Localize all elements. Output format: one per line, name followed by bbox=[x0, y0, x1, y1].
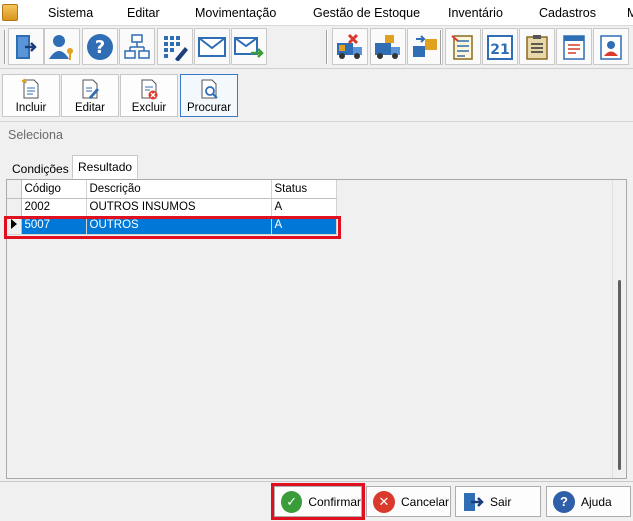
ajuda-button[interactable]: ? Ajuda bbox=[546, 486, 631, 517]
cancelar-label: Cancelar bbox=[401, 494, 450, 509]
menu-cadastros[interactable]: Cadastros bbox=[539, 6, 596, 20]
excluir-label: Excluir bbox=[131, 102, 167, 114]
svg-text:?: ? bbox=[95, 37, 105, 58]
row-indicator bbox=[7, 216, 22, 235]
editar-button[interactable]: Editar bbox=[61, 74, 119, 117]
cell-descricao[interactable]: OUTROS bbox=[86, 216, 272, 235]
cell-descricao[interactable]: OUTROS INSUMOS bbox=[86, 198, 272, 217]
row-indicator bbox=[7, 198, 22, 217]
truck-box-icon bbox=[375, 34, 400, 59]
menu-movimentacao[interactable]: Movimentação bbox=[195, 6, 276, 20]
boxes-transfer-icon bbox=[413, 34, 437, 57]
tab-condicoes[interactable]: Condições bbox=[6, 157, 75, 179]
mail-send-icon bbox=[234, 36, 264, 58]
edit-document-icon bbox=[82, 79, 99, 99]
cancelar-button[interactable]: ✕ Cancelar bbox=[366, 486, 451, 517]
calculator-pen-icon bbox=[164, 35, 188, 61]
column-header-codigo[interactable]: Código bbox=[21, 180, 87, 199]
confirmar-label: Confirmar bbox=[308, 494, 361, 509]
exit-button[interactable] bbox=[8, 28, 44, 65]
menu-gestao-estoque[interactable]: Gestão de Estoque bbox=[313, 6, 420, 20]
toolbar-separator bbox=[4, 30, 6, 64]
cell-codigo[interactable]: 2002 bbox=[21, 198, 87, 217]
user-card-button[interactable] bbox=[593, 28, 629, 65]
procurar-button[interactable]: Procurar bbox=[180, 74, 238, 117]
calendar-button[interactable]: 21 bbox=[482, 28, 518, 65]
search-document-icon bbox=[201, 79, 218, 99]
current-row-arrow-icon bbox=[11, 218, 17, 229]
grid-viewport: Código Descrição Status 2002 OUTROS INSU… bbox=[7, 180, 613, 478]
cell-codigo[interactable]: 5007 bbox=[21, 216, 87, 235]
sair-label: Sair bbox=[490, 494, 512, 509]
confirmar-button[interactable]: ✓ Confirmar bbox=[274, 486, 362, 517]
menu-inventario[interactable]: Inventário bbox=[448, 6, 503, 20]
results-table: Código Descrição Status 2002 OUTROS INSU… bbox=[7, 180, 337, 235]
incluir-label: Incluir bbox=[15, 102, 47, 114]
scrollbar-thumb[interactable] bbox=[618, 280, 621, 470]
delete-document-icon bbox=[141, 79, 158, 100]
selection-panel: Seleciona Condições Resultado Código Des… bbox=[0, 121, 633, 521]
new-document-icon bbox=[22, 78, 39, 99]
mail-button[interactable] bbox=[194, 28, 230, 65]
truck-box-button[interactable] bbox=[370, 28, 406, 65]
clipboard-list-icon bbox=[526, 34, 548, 60]
toolbar-separator bbox=[440, 30, 442, 64]
exit-door-icon bbox=[16, 34, 37, 59]
mail-send-button[interactable] bbox=[231, 28, 267, 65]
checklist-icon bbox=[451, 34, 473, 60]
tab-resultado[interactable]: Resultado bbox=[72, 155, 139, 179]
icon-toolbar: ? 21 bbox=[0, 26, 633, 69]
truck-cancel-icon bbox=[337, 33, 362, 59]
cell-status[interactable]: A bbox=[271, 216, 337, 235]
bottom-button-bar: ✓ Confirmar ✕ Cancelar Sair ? Ajuda bbox=[0, 481, 633, 521]
exit-door-icon bbox=[464, 492, 484, 511]
action-toolbar: Incluir Editar Excluir Procurar bbox=[0, 70, 633, 120]
menu-sistema[interactable]: Sistema bbox=[48, 6, 93, 20]
help-toolbar-button[interactable]: ? bbox=[82, 28, 118, 65]
svg-text:21: 21 bbox=[490, 42, 509, 58]
menu-editar[interactable]: Editar bbox=[127, 6, 160, 20]
panel-title: Seleciona bbox=[8, 128, 63, 142]
report-icon bbox=[563, 34, 585, 60]
truck-cancel-button[interactable] bbox=[332, 28, 368, 65]
incluir-button[interactable]: Incluir bbox=[2, 74, 60, 117]
user-key-icon bbox=[49, 34, 73, 60]
report-button[interactable] bbox=[556, 28, 592, 65]
boxes-transfer-button[interactable] bbox=[407, 28, 443, 65]
table-row[interactable]: 2002 OUTROS INSUMOS A bbox=[7, 198, 337, 217]
calendar-21-icon: 21 bbox=[487, 34, 513, 60]
column-header-status[interactable]: Status bbox=[271, 180, 337, 199]
app-icon[interactable] bbox=[2, 4, 18, 21]
menu-bar: Sistema Editar Movimentação Gestão de Es… bbox=[0, 0, 633, 26]
row-indicator-header bbox=[7, 180, 22, 199]
toolbar-separator bbox=[326, 30, 328, 64]
menu-more[interactable]: M bbox=[627, 6, 633, 20]
clipboard-button[interactable] bbox=[519, 28, 555, 65]
user-access-button[interactable] bbox=[44, 28, 80, 65]
results-grid: Código Descrição Status 2002 OUTROS INSU… bbox=[6, 179, 627, 479]
help-icon: ? bbox=[87, 33, 113, 60]
procurar-label: Procurar bbox=[186, 102, 232, 114]
org-chart-icon bbox=[124, 33, 150, 59]
vertical-scrollbar[interactable] bbox=[612, 180, 626, 478]
excluir-button[interactable]: Excluir bbox=[120, 74, 178, 117]
editar-label: Editar bbox=[74, 102, 106, 114]
checklist-button[interactable] bbox=[445, 28, 481, 65]
calculator-button[interactable] bbox=[157, 28, 193, 65]
cell-status[interactable]: A bbox=[271, 198, 337, 217]
ajuda-label: Ajuda bbox=[581, 494, 612, 509]
sair-button[interactable]: Sair bbox=[455, 486, 541, 517]
help-icon: ? bbox=[553, 490, 575, 513]
user-card-icon bbox=[600, 34, 622, 60]
table-header-row: Código Descrição Status bbox=[7, 180, 337, 199]
cancel-x-icon: ✕ bbox=[373, 490, 395, 513]
mail-icon bbox=[198, 36, 226, 57]
table-row-selected[interactable]: 5007 OUTROS A bbox=[7, 216, 337, 235]
org-chart-button[interactable] bbox=[119, 28, 155, 65]
check-icon: ✓ bbox=[281, 490, 303, 513]
column-header-descricao[interactable]: Descrição bbox=[86, 180, 272, 199]
